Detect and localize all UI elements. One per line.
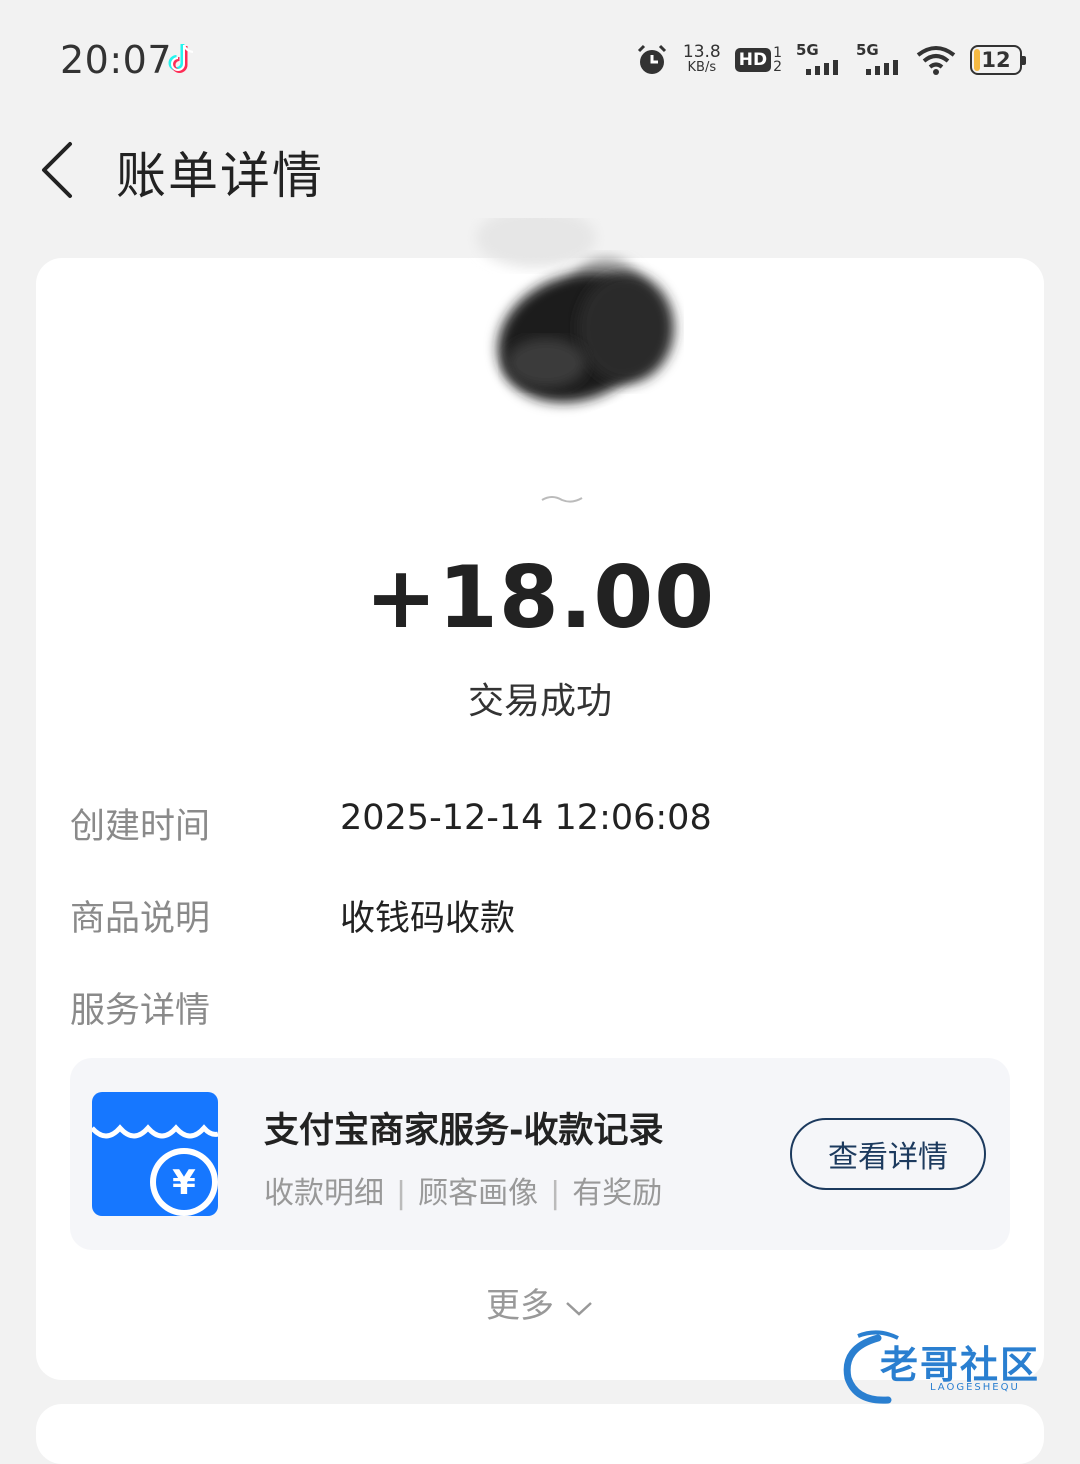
more-toggle[interactable]: 更多 <box>36 1278 1044 1327</box>
hd-voice-indicator: HD 12 <box>734 46 782 74</box>
view-details-button[interactable]: 查看详情 <box>790 1118 986 1190</box>
alarm-icon <box>637 44 666 74</box>
status-icons: 13.8 KB/s HD 12 5G 5G 12 <box>635 40 1026 80</box>
svg-text:¥: ¥ <box>172 1163 196 1203</box>
bill-detail-card: +18.00 交易成功 创建时间 2025-12-14 12:06:08 商品说… <box>36 218 1044 1380</box>
service-tags: 收款明细 | 顾客画像 | 有奖励 <box>264 1176 663 1211</box>
battery-icon: 12 <box>970 45 1026 75</box>
service-tag: 有奖励 <box>572 1176 663 1211</box>
nav-bar: 账单详情 <box>0 118 1080 228</box>
service-tag: 收款明细 <box>264 1176 384 1211</box>
payer-avatar <box>476 218 674 403</box>
next-card <box>36 1404 1044 1464</box>
back-arrow-icon[interactable] <box>34 136 84 200</box>
service-tag: 顾客画像 <box>418 1176 539 1211</box>
network-speed: 13.8 KB/s <box>682 42 721 76</box>
more-label: 更多 <box>486 1286 554 1326</box>
watermark-logo: 老哥社区 LAOGESHEQU <box>838 1326 1068 1406</box>
merchant-store-icon: ¥ <box>92 1092 218 1216</box>
detail-value: 2025-12-14 12:06:08 <box>340 798 712 838</box>
chevron-down-icon <box>566 1301 592 1316</box>
merchant-service-panel[interactable]: ¥ 支付宝商家服务-收款记录 收款明细 | 顾客画像 | 有奖励 查看详情 <box>70 1058 1010 1250</box>
detail-label: 商品说明 <box>70 899 211 939</box>
transaction-amount: +18.00 <box>364 548 716 648</box>
signal-strength-sim1: 5G <box>796 41 842 77</box>
wifi-icon <box>916 46 956 75</box>
detail-label: 创建时间 <box>70 807 211 847</box>
transaction-status: 交易成功 <box>467 681 612 722</box>
detail-label: 服务详情 <box>70 991 211 1031</box>
service-title: 支付宝商家服务-收款记录 <box>264 1111 664 1151</box>
status-time: 20:07 <box>60 38 173 82</box>
page-title: 账单详情 <box>116 147 324 205</box>
detail-value: 收钱码收款 <box>340 899 516 939</box>
tiktok-icon <box>168 44 194 73</box>
status-bar: 20:07 13.8 KB/s HD 12 5G 5G 12 <box>0 0 1080 118</box>
payer-name-obscured <box>541 496 583 503</box>
signal-strength-sim2: 5G <box>856 41 902 77</box>
